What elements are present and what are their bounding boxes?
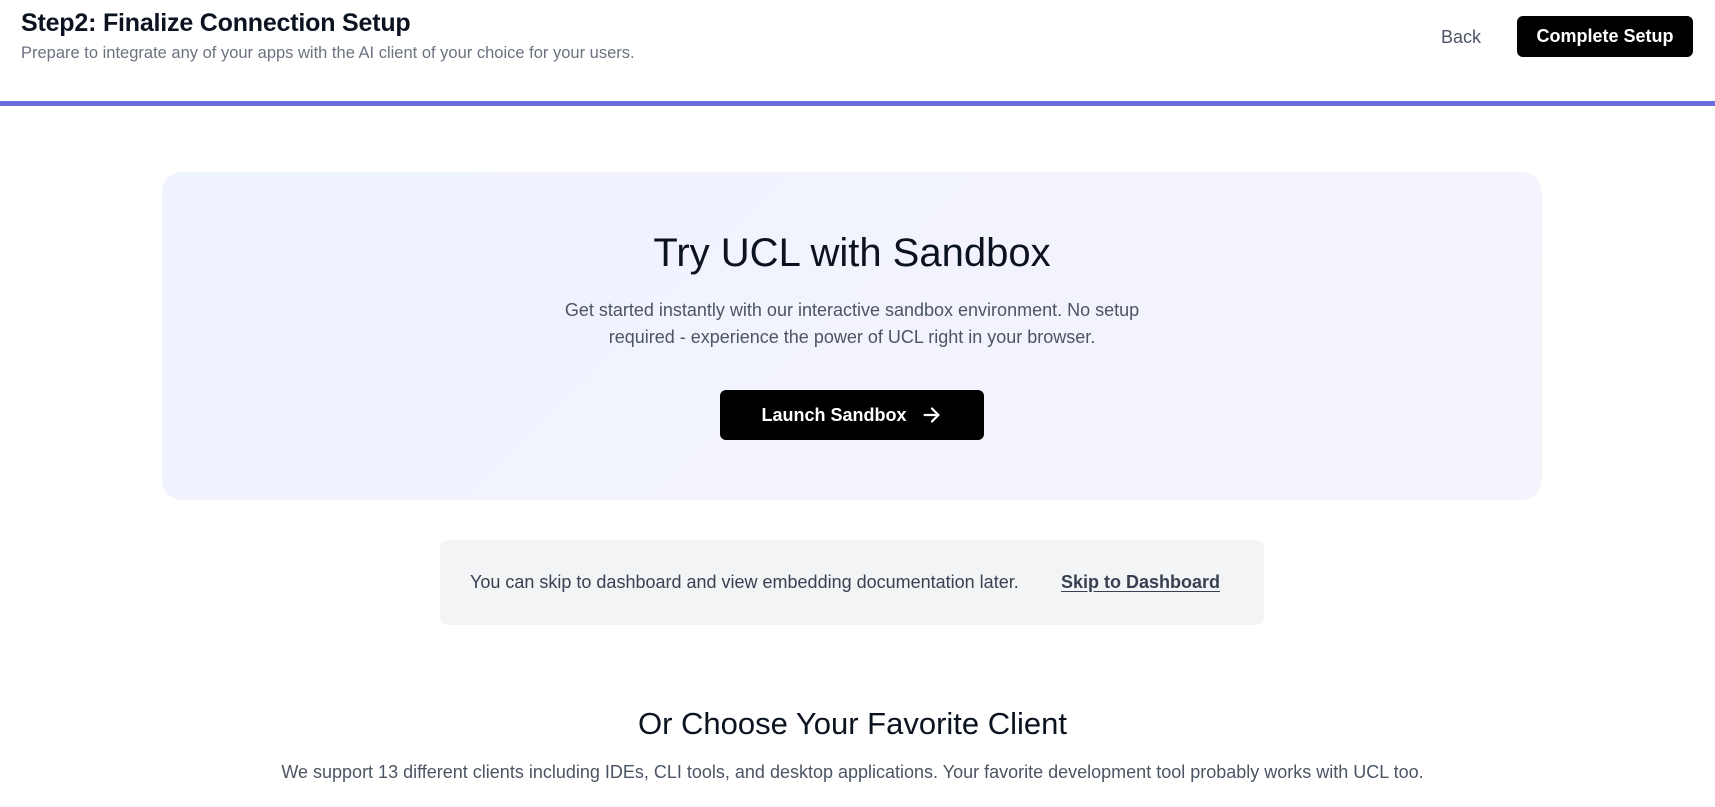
- sandbox-card: Try UCL with Sandbox Get started instant…: [162, 172, 1542, 500]
- complete-setup-button[interactable]: Complete Setup: [1517, 16, 1693, 57]
- skip-text: You can skip to dashboard and view embed…: [470, 572, 1019, 592]
- skip-banner: You can skip to dashboard and view embed…: [440, 540, 1264, 625]
- clients-section-title: Or Choose Your Favorite Client: [637, 706, 1068, 741]
- page-header: Step2: Finalize Connection Setup Prepare…: [0, 0, 1715, 106]
- back-button[interactable]: Back: [1420, 20, 1502, 54]
- sandbox-title: Try UCL with Sandbox: [653, 231, 1051, 275]
- sandbox-description: Get started instantly with our interacti…: [564, 300, 1140, 347]
- arrow-right-icon: [921, 404, 943, 426]
- skip-to-dashboard-link[interactable]: Skip to Dashboard: [1061, 572, 1220, 593]
- page-subtitle: Prepare to integrate any of your apps wi…: [21, 44, 635, 62]
- page-title: Step2: Finalize Connection Setup: [21, 9, 411, 37]
- clients-section-description: We support 13 different clients includin…: [281, 762, 1424, 782]
- launch-sandbox-button[interactable]: Launch Sandbox: [720, 390, 984, 440]
- launch-sandbox-label: Launch Sandbox: [761, 404, 907, 425]
